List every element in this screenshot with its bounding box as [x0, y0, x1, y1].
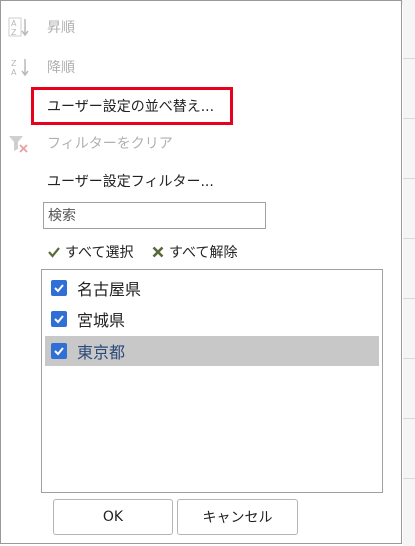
svg-text:Z: Z: [11, 59, 17, 68]
sort-descending-icon: Z A: [11, 59, 29, 77]
svg-text:Z: Z: [11, 28, 17, 37]
checkbox-checked-icon[interactable]: [51, 280, 67, 296]
clear-filter-icon: [9, 136, 28, 153]
svg-text:A: A: [11, 68, 17, 77]
checkmark-icon: [48, 247, 60, 258]
sort-ascending-label: 昇順: [47, 20, 75, 36]
sort-ascending-item[interactable]: A Z 昇順: [1, 13, 401, 41]
highlight-box: [31, 87, 233, 125]
list-item[interactable]: 宮城県: [45, 304, 379, 334]
custom-filter-label: ユーザー設定フィルター...: [47, 174, 214, 190]
search-input[interactable]: [43, 202, 266, 229]
sort-descending-item[interactable]: Z A 降順: [1, 53, 401, 81]
filter-dropdown-panel: A Z 昇順 Z A 降順 ユーザー設定の並べ替え... フィルターをクリア ユ…: [0, 0, 402, 544]
sort-ascending-icon: A Z: [8, 17, 29, 37]
checkbox-checked-icon[interactable]: [51, 343, 67, 359]
list-item-label: 名古屋県: [77, 280, 142, 299]
select-all-button[interactable]: すべて選択: [47, 241, 133, 263]
deselect-all-button[interactable]: すべて解除: [151, 241, 237, 263]
cross-icon: [152, 246, 164, 258]
clear-filter-label: フィルターをクリア: [47, 136, 173, 152]
custom-filter-item[interactable]: ユーザー設定フィルター...: [1, 167, 401, 195]
deselect-all-label: すべて解除: [169, 245, 238, 261]
filter-value-list[interactable]: 名古屋県 宮城県 東京都: [41, 269, 383, 493]
ok-button[interactable]: OK: [53, 499, 173, 535]
select-all-label: すべて選択: [65, 245, 134, 261]
sort-descending-label: 降順: [47, 60, 75, 76]
list-item[interactable]: 名古屋県: [45, 273, 379, 303]
svg-text:A: A: [11, 19, 17, 28]
list-item-label: 東京都: [77, 343, 126, 362]
cancel-button[interactable]: キャンセル: [177, 499, 298, 535]
list-item-selected[interactable]: 東京都: [45, 336, 379, 366]
checkbox-checked-icon[interactable]: [51, 311, 67, 327]
list-item-label: 宮城県: [77, 311, 126, 330]
clear-filter-item[interactable]: フィルターをクリア: [1, 129, 401, 157]
background-grid: [403, 0, 415, 546]
